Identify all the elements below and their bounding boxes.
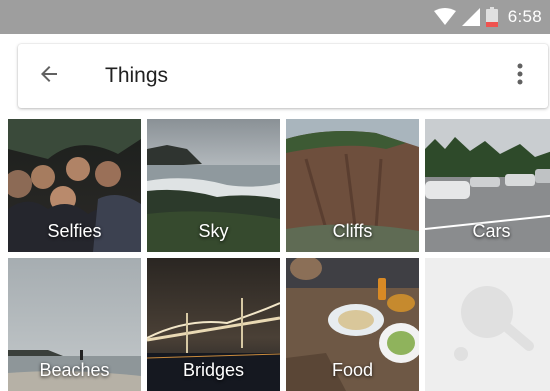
- tile-placeholder[interactable]: [425, 258, 550, 391]
- tile-beaches[interactable]: Beaches: [8, 258, 141, 391]
- more-options-button[interactable]: [508, 61, 532, 91]
- tile-label: Selfies: [47, 221, 102, 241]
- tile-selfies[interactable]: Selfies: [8, 119, 141, 252]
- search-bar: Things: [18, 44, 548, 108]
- status-bar: 6:58: [0, 0, 550, 34]
- tile-cliffs[interactable]: Cliffs: [286, 119, 419, 252]
- tile-label: Cars: [472, 221, 511, 241]
- tile-label: Bridges: [182, 360, 245, 380]
- more-vert-icon: [517, 63, 523, 90]
- tile-sky[interactable]: Sky: [147, 119, 280, 252]
- battery-low-icon: [485, 7, 498, 27]
- tile-bridges[interactable]: Bridges: [147, 258, 280, 391]
- tile-label: Food: [331, 360, 374, 380]
- things-grid: Selfies Sky Cliffs Cars Beaches Bridges …: [8, 119, 550, 391]
- back-button[interactable]: [34, 61, 64, 91]
- tile-label: Cliffs: [332, 221, 373, 241]
- signal-icon: [461, 8, 480, 26]
- tile-food[interactable]: Food: [286, 258, 419, 391]
- search-query[interactable]: Things: [105, 64, 168, 88]
- arrow-back-icon: [37, 62, 61, 91]
- tile-label: Beaches: [39, 360, 110, 380]
- status-time: 6:58: [507, 7, 542, 26]
- tile-label: Sky: [198, 221, 229, 241]
- tile-cars[interactable]: Cars: [425, 119, 550, 252]
- ping-pong-paddle-icon: [425, 258, 550, 391]
- wifi-icon: [433, 8, 456, 26]
